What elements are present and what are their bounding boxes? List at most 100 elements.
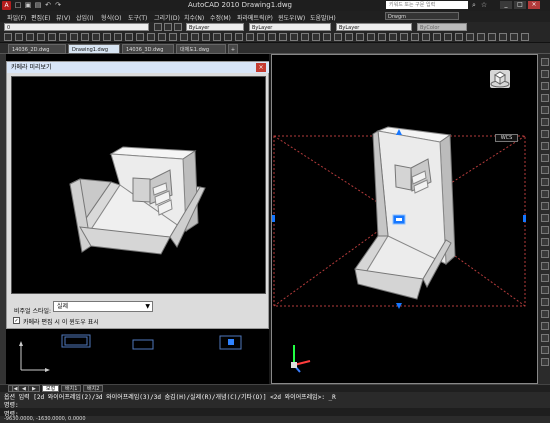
toolbar-tool-icon[interactable] [202,33,210,41]
toolbar-tool-icon[interactable] [433,33,441,41]
toolbar-tool-icon[interactable] [268,33,276,41]
new-file-icon[interactable]: □ [14,1,22,9]
toolbar-tool-icon[interactable] [257,33,265,41]
toolbar-tool-icon[interactable] [224,33,232,41]
side-tool-icon[interactable] [541,154,549,162]
toolbar-tool-icon[interactable] [158,33,166,41]
side-tool-icon[interactable] [541,190,549,198]
toolbar-tool-icon[interactable] [455,33,463,41]
menu-dimension[interactable]: 치수(N) [184,13,204,22]
tab-alternate[interactable]: 대체도1.dwg [176,44,226,54]
toolbar-tool-icon[interactable] [114,33,122,41]
menu-modify[interactable]: 수정(M) [210,13,231,22]
toolbar-tool-icon[interactable] [169,33,177,41]
toolbar-tool-icon[interactable] [323,33,331,41]
toolbar-tool-icon[interactable] [334,33,342,41]
toolbar-tool-icon[interactable] [411,33,419,41]
toolbar-tool-icon[interactable] [246,33,254,41]
dialog-close-button[interactable]: × [256,63,266,72]
tab-layout2[interactable]: 배치2 [83,385,104,392]
toolbar-tool-icon[interactable] [400,33,408,41]
close-window-button[interactable]: × [528,1,540,9]
lineweight-combo[interactable]: ByLayer [336,23,412,31]
search-icon[interactable]: ⌕ [470,1,478,9]
tab-layout1[interactable]: 배치1 [61,385,82,392]
toolbar-tool-icon[interactable] [378,33,386,41]
tab-14036-2d[interactable]: 14036_2D.dwg [8,44,66,54]
menu-view[interactable]: 뷰(V) [56,13,70,22]
command-input-line[interactable]: 명령: [0,408,550,418]
autocad-logo-icon[interactable]: A [2,1,11,10]
wcs-label[interactable]: WCS [495,134,518,142]
viewcube[interactable] [490,70,510,88]
toolbar-tool-icon[interactable] [125,33,133,41]
toolbar-tool-icon[interactable] [367,33,375,41]
toolbar-tool-icon[interactable] [312,33,320,41]
layer-state-icon[interactable] [164,23,172,31]
menu-edit[interactable]: 편집(E) [31,13,51,22]
toolbar-tool-icon[interactable] [48,33,56,41]
side-tool-icon[interactable] [541,82,549,90]
communication-icon[interactable]: ☆ [480,1,488,9]
nav-next-icon[interactable]: ▶ [28,385,40,392]
save-icon[interactable]: ▤ [34,1,42,9]
side-tool-icon[interactable] [541,250,549,258]
toolbar-tool-icon[interactable] [466,33,474,41]
side-tool-icon[interactable] [541,142,549,150]
side-tool-icon[interactable] [541,70,549,78]
side-tool-icon[interactable] [541,334,549,342]
minimize-button[interactable]: _ [500,1,512,9]
command-window[interactable]: 옵션 입력 [2d 와이어프레임(2)/3d 와이어프레임(3)/3d 숨김(H… [0,392,550,418]
side-tool-icon[interactable] [541,238,549,246]
side-tool-icon[interactable] [541,178,549,186]
toolbar-tool-icon[interactable] [499,33,507,41]
side-tool-icon[interactable] [541,322,549,330]
side-tool-icon[interactable] [541,106,549,114]
toolbar-tool-icon[interactable] [290,33,298,41]
linetype-combo[interactable]: ByLayer [249,23,331,31]
layer-combo[interactable]: 0 [4,23,149,31]
menu-file[interactable]: 파일(F) [7,13,26,22]
toolbar-tool-icon[interactable] [235,33,243,41]
side-tool-icon[interactable] [541,94,549,102]
toolbar-tool-icon[interactable] [191,33,199,41]
toolbar-tool-icon[interactable] [4,33,12,41]
redo-icon[interactable]: ↷ [54,1,62,9]
color-combo[interactable]: ByLayer [186,23,244,31]
search-input[interactable]: 키워드 또는 구문 입력 [386,1,468,9]
maximize-button[interactable]: □ [514,1,526,9]
tab-drawing1[interactable]: Drawing1.dwg [68,44,120,54]
toolbar-tool-icon[interactable] [521,33,529,41]
toolbar-tool-icon[interactable] [356,33,364,41]
toolbar-tool-icon[interactable] [345,33,353,41]
menu-parametric[interactable]: 파라메트릭(P) [237,13,273,22]
side-tool-icon[interactable] [541,298,549,306]
side-tool-icon[interactable] [541,130,549,138]
menu-insert[interactable]: 삽입(I) [76,13,94,22]
side-tool-icon[interactable] [541,202,549,210]
side-tool-icon[interactable] [541,118,549,126]
layer-properties-icon[interactable] [154,23,162,31]
workspace-combo[interactable]: Drwgm [385,12,459,20]
menu-draw[interactable]: 그리기(D) [154,13,180,22]
make-current-icon[interactable] [174,23,182,31]
toolbar-tool-icon[interactable] [15,33,23,41]
visual-style-select[interactable]: 실제 ▼ [53,301,153,312]
toolbar-tool-icon[interactable] [422,33,430,41]
toolbar-tool-icon[interactable] [510,33,518,41]
toolbar-tool-icon[interactable] [81,33,89,41]
menu-tools[interactable]: 도구(T) [128,13,147,22]
undo-icon[interactable]: ↶ [44,1,52,9]
toolbar-tool-icon[interactable] [26,33,34,41]
open-file-icon[interactable]: ▣ [24,1,32,9]
toolbar-tool-icon[interactable] [103,33,111,41]
toolbar-tool-icon[interactable] [301,33,309,41]
toolbar-tool-icon[interactable] [70,33,78,41]
side-tool-icon[interactable] [541,166,549,174]
left-viewport[interactable]: 카메라 미리보기 × 비주얼 스타일: 실제 ▼ ✓ 카메라 편집 시 이 윈도… [6,54,269,384]
toolbar-tool-icon[interactable] [213,33,221,41]
plotstyle-combo[interactable]: ByColor [417,23,467,31]
toolbar-tool-icon[interactable] [92,33,100,41]
toolbar-tool-icon[interactable] [59,33,67,41]
side-tool-icon[interactable] [541,310,549,318]
